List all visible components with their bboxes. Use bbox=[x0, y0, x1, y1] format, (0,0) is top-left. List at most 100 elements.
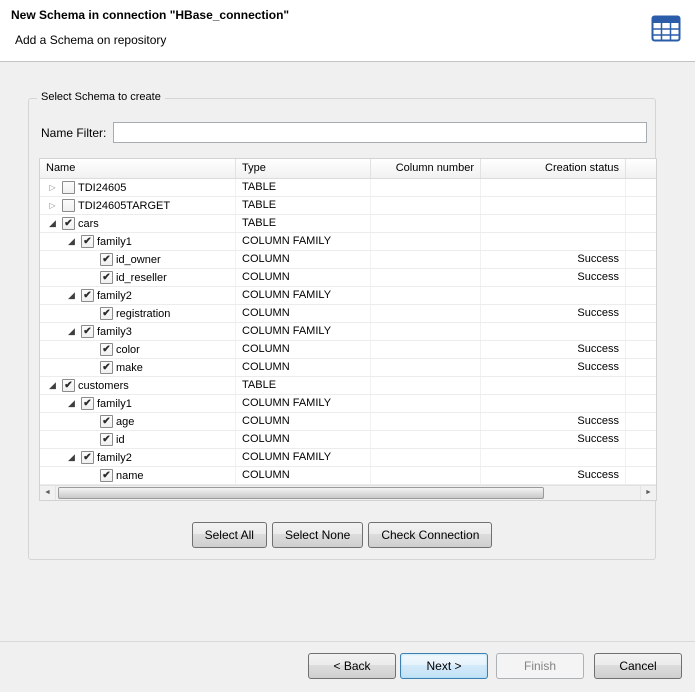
cell-name: ◢✔customers bbox=[40, 377, 236, 394]
table-row[interactable]: ✔registrationCOLUMNSuccess bbox=[40, 305, 656, 323]
row-name-label: id_owner bbox=[116, 252, 161, 268]
table-row[interactable]: ✔nameCOLUMNSuccess bbox=[40, 467, 656, 485]
row-name-label: family2 bbox=[97, 450, 132, 466]
row-checkbox[interactable]: ✔ bbox=[81, 289, 94, 302]
cell-name: ✔make bbox=[40, 359, 236, 376]
wizard-banner: New Schema in connection "HBase_connecti… bbox=[0, 0, 695, 62]
row-name-label: name bbox=[116, 468, 144, 484]
row-name-label: color bbox=[116, 342, 140, 358]
table-row[interactable]: ▷TDI24605TARGETTABLE bbox=[40, 197, 656, 215]
expand-toggle-icon[interactable]: ▷ bbox=[46, 181, 59, 194]
table-row[interactable]: ◢✔family1 COLUMN FAMILY bbox=[40, 233, 656, 251]
table-row[interactable]: ✔makeCOLUMNSuccess bbox=[40, 359, 656, 377]
next-button[interactable]: Next > bbox=[400, 653, 488, 679]
cell-spacer bbox=[626, 377, 654, 394]
schema-table-icon bbox=[651, 15, 681, 42]
collapse-toggle-icon[interactable]: ◢ bbox=[46, 217, 59, 230]
row-checkbox[interactable]: ✔ bbox=[81, 397, 94, 410]
table-row[interactable]: ◢✔family2COLUMN FAMILY bbox=[40, 449, 656, 467]
cell-name: ◢✔cars bbox=[40, 215, 236, 232]
table-row[interactable]: ◢✔customersTABLE bbox=[40, 377, 656, 395]
cancel-button[interactable]: Cancel bbox=[594, 653, 682, 679]
row-name-label: family1 bbox=[97, 234, 132, 250]
cell-creation-status: Success bbox=[481, 341, 626, 358]
collapse-toggle-icon[interactable]: ◢ bbox=[65, 289, 78, 302]
table-row[interactable]: ✔id_ownerCOLUMNSuccess bbox=[40, 251, 656, 269]
row-checkbox[interactable]: ✔ bbox=[100, 307, 113, 320]
cell-column-number bbox=[371, 377, 481, 394]
cell-column-number bbox=[371, 449, 481, 466]
table-row[interactable]: ◢✔carsTABLE bbox=[40, 215, 656, 233]
cell-creation-status: Success bbox=[481, 467, 626, 484]
cell-name: ✔id bbox=[40, 431, 236, 448]
column-header-spacer[interactable] bbox=[626, 159, 654, 178]
select-none-button[interactable]: Select None bbox=[272, 522, 363, 548]
column-header-type[interactable]: Type bbox=[236, 159, 371, 178]
row-checkbox[interactable]: ✔ bbox=[100, 361, 113, 374]
cell-type: COLUMN bbox=[236, 305, 371, 322]
table-row[interactable]: ✔idCOLUMNSuccess bbox=[40, 431, 656, 449]
row-checkbox[interactable]: ✔ bbox=[100, 469, 113, 482]
cell-type: COLUMN bbox=[236, 251, 371, 268]
cell-type: TABLE bbox=[236, 215, 371, 232]
name-filter-input[interactable] bbox=[113, 122, 647, 143]
table-row[interactable]: ◢✔family1COLUMN FAMILY bbox=[40, 395, 656, 413]
cell-creation-status bbox=[481, 179, 626, 196]
table-row[interactable]: ▷TDI24605TABLE bbox=[40, 179, 656, 197]
scrollbar-thumb[interactable] bbox=[58, 487, 544, 499]
table-row[interactable]: ✔colorCOLUMNSuccess bbox=[40, 341, 656, 359]
row-checkbox[interactable]: ✔ bbox=[62, 217, 75, 230]
cell-type: COLUMN FAMILY bbox=[236, 323, 371, 340]
row-checkbox[interactable]: ✔ bbox=[100, 271, 113, 284]
row-name-label: family3 bbox=[97, 324, 132, 340]
row-checkbox[interactable]: ✔ bbox=[81, 451, 94, 464]
cell-type: COLUMN FAMILY bbox=[236, 395, 371, 412]
collapse-toggle-icon[interactable]: ◢ bbox=[65, 451, 78, 464]
row-checkbox[interactable]: ✔ bbox=[100, 433, 113, 446]
row-checkbox[interactable] bbox=[62, 181, 75, 194]
collapse-toggle-icon[interactable]: ◢ bbox=[65, 235, 78, 248]
expand-toggle-icon[interactable]: ▷ bbox=[46, 199, 59, 212]
cell-column-number bbox=[371, 323, 481, 340]
row-name-label: family2 bbox=[97, 288, 132, 304]
collapse-toggle-icon[interactable]: ◢ bbox=[46, 379, 59, 392]
row-checkbox[interactable]: ✔ bbox=[100, 343, 113, 356]
collapse-toggle-icon[interactable]: ◢ bbox=[65, 325, 78, 338]
collapse-toggle-icon[interactable]: ◢ bbox=[65, 397, 78, 410]
row-name-label: make bbox=[116, 360, 143, 376]
column-header-column-number[interactable]: Column number bbox=[371, 159, 481, 178]
cell-column-number bbox=[371, 251, 481, 268]
row-checkbox[interactable]: ✔ bbox=[81, 325, 94, 338]
row-checkbox[interactable]: ✔ bbox=[62, 379, 75, 392]
scroll-right-button[interactable]: ► bbox=[640, 486, 656, 500]
table-row[interactable]: ✔ageCOLUMNSuccess bbox=[40, 413, 656, 431]
finish-button[interactable]: Finish bbox=[496, 653, 584, 679]
row-name-label: id bbox=[116, 432, 125, 448]
back-button[interactable]: < Back bbox=[308, 653, 396, 679]
row-checkbox[interactable]: ✔ bbox=[81, 235, 94, 248]
check-connection-button[interactable]: Check Connection bbox=[368, 522, 492, 548]
cell-column-number bbox=[371, 179, 481, 196]
column-header-creation-status[interactable]: Creation status bbox=[481, 159, 626, 178]
cell-type: COLUMN FAMILY bbox=[236, 233, 371, 250]
schema-tree-table: NameTypeColumn numberCreation status ▷TD… bbox=[39, 158, 657, 501]
scroll-left-button[interactable]: ◄ bbox=[40, 486, 56, 500]
select-all-button[interactable]: Select All bbox=[192, 522, 267, 548]
cell-spacer bbox=[626, 467, 654, 484]
cell-name: ✔id_owner bbox=[40, 251, 236, 268]
select-schema-group: Select Schema to create Name Filter: Nam… bbox=[28, 98, 656, 560]
row-checkbox[interactable]: ✔ bbox=[100, 253, 113, 266]
row-checkbox[interactable] bbox=[62, 199, 75, 212]
cell-type: TABLE bbox=[236, 377, 371, 394]
table-row[interactable]: ◢✔family3 COLUMN FAMILY bbox=[40, 323, 656, 341]
cell-creation-status bbox=[481, 287, 626, 304]
table-row[interactable]: ◢✔family2COLUMN FAMILY bbox=[40, 287, 656, 305]
cell-name: ✔registration bbox=[40, 305, 236, 322]
cell-spacer bbox=[626, 341, 654, 358]
row-checkbox[interactable]: ✔ bbox=[100, 415, 113, 428]
cell-name: ◢✔family2 bbox=[40, 449, 236, 466]
column-header-name[interactable]: Name bbox=[40, 159, 236, 178]
cell-name: ◢✔family1 bbox=[40, 395, 236, 412]
horizontal-scrollbar[interactable]: ◄ ► bbox=[40, 485, 656, 500]
table-row[interactable]: ✔id_resellerCOLUMNSuccess bbox=[40, 269, 656, 287]
